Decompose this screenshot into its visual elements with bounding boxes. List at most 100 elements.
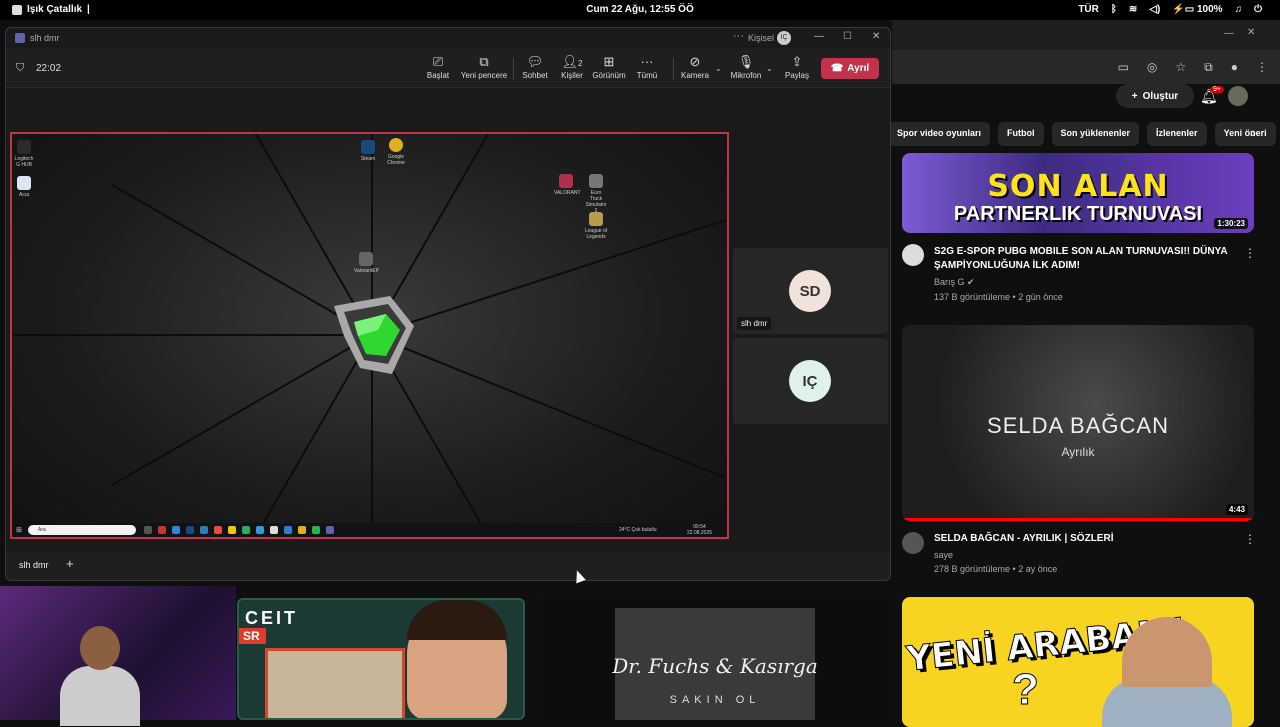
- desktop-icon-lol[interactable]: League of Legends: [584, 212, 608, 240]
- channel-avatar[interactable]: [902, 244, 924, 266]
- more-options-icon[interactable]: ⋮: [1244, 246, 1256, 260]
- extensions-icon[interactable]: ⧉: [1204, 60, 1213, 75]
- taskview-icon[interactable]: [144, 526, 152, 534]
- new-window-button[interactable]: ⧉ Yeni pencere: [456, 54, 512, 80]
- more-button[interactable]: ··· Tümü: [622, 54, 672, 80]
- webcam-thumbnail[interactable]: [0, 586, 236, 726]
- channel-name[interactable]: saye: [934, 550, 1244, 560]
- account-avatar[interactable]: IÇ: [777, 31, 791, 45]
- truck-icon: [589, 174, 603, 188]
- edge-icon[interactable]: [242, 526, 250, 534]
- valorant-icon: [559, 174, 573, 188]
- menu-icon[interactable]: ⋮: [1256, 60, 1268, 74]
- minimize-icon[interactable]: —: [814, 31, 824, 42]
- app-icon[interactable]: [158, 526, 166, 534]
- video-stats: 278 B görüntüleme • 2 ay önce: [934, 564, 1058, 574]
- teams-icon[interactable]: [326, 526, 334, 534]
- chat-label: Sohbet: [522, 71, 548, 80]
- spotify-icon[interactable]: [312, 526, 320, 534]
- participant-tile[interactable]: IÇ: [733, 338, 888, 424]
- windows-start-icon[interactable]: ⊞: [16, 526, 22, 534]
- more-options-icon[interactable]: ⋮: [1244, 532, 1256, 546]
- video-thumbnail[interactable]: YENİ ARABAM! ?: [902, 597, 1254, 727]
- mic-button[interactable]: 🎙︎ Mikrofon: [721, 54, 771, 80]
- taskbar-weather[interactable]: 24°C Çok bulutlu: [619, 527, 657, 533]
- profile-icon[interactable]: ●: [1231, 60, 1238, 74]
- share-button[interactable]: ⇪ Paylaş: [772, 54, 822, 80]
- chip[interactable]: Spor video oyunları: [888, 122, 991, 146]
- chevron-right-icon[interactable]: ›: [1251, 124, 1256, 140]
- chip[interactable]: Yeni öneri: [1214, 122, 1276, 146]
- battery-status[interactable]: ⚡▭ 100%: [1172, 4, 1222, 15]
- chip[interactable]: Futbol: [998, 122, 1044, 146]
- participant-name: slh dmr: [737, 317, 772, 330]
- desktop-icon-valorant[interactable]: VALORANT: [554, 174, 581, 196]
- create-button[interactable]: + Oluştur: [1116, 84, 1194, 108]
- close-icon[interactable]: ✕: [1247, 27, 1255, 38]
- window-titlebar: slh dmr ··· Kişisel IÇ — ☐ ✕: [6, 28, 890, 48]
- taskbar-apps: [144, 526, 334, 534]
- video-thumbnail[interactable]: CEIT SR: [237, 598, 525, 720]
- volume-icon[interactable]: ◁): [1149, 4, 1160, 15]
- bluetooth-icon[interactable]: ᛒ: [1111, 4, 1117, 15]
- desktop-icon-shortcut[interactable]: ValorantEP: [354, 252, 379, 274]
- more-options-icon[interactable]: ···: [733, 30, 744, 42]
- shared-screen[interactable]: Logitech G HUB Acıa Steam Google Chrome …: [10, 132, 729, 539]
- logitech-icon: [17, 140, 31, 154]
- video-thumbnail[interactable]: Dr. Fuchs & Kasırga SAKIN OL: [539, 598, 891, 720]
- chip[interactable]: Son yüklenenler: [1051, 122, 1140, 146]
- eye-off-icon[interactable]: ◎: [1147, 60, 1157, 74]
- account-type-label: Kişisel: [748, 33, 775, 43]
- participant-tile[interactable]: SD slh dmr: [733, 248, 888, 334]
- desktop-icon-file[interactable]: Acıa: [12, 176, 36, 198]
- video-thumbnail[interactable]: SON ALAN PARTNERLIK TURNUVASI 1:30:23: [902, 153, 1254, 233]
- video-title[interactable]: SELDA BAĞCAN - AYRILIK | SÖZLERİ: [934, 532, 1244, 546]
- app-icon[interactable]: [256, 526, 264, 534]
- power-icon[interactable]: ⏻: [1254, 4, 1262, 15]
- taskbar-search[interactable]: Ara: [28, 525, 136, 535]
- bookmark-star-icon[interactable]: ☆: [1175, 60, 1186, 74]
- channel-avatar[interactable]: [902, 532, 924, 554]
- video-thumbnail[interactable]: SELDA BAĞCAN Ayrılık 4:43: [902, 325, 1254, 521]
- leave-button[interactable]: ☎ Ayrıl: [821, 58, 879, 79]
- desktop-icon-logitech[interactable]: Logitech G HUB: [12, 140, 36, 168]
- store-icon[interactable]: [270, 526, 278, 534]
- cast-icon[interactable]: ▭: [1118, 60, 1129, 74]
- tab-participant[interactable]: slh dmr: [19, 560, 49, 570]
- participant-avatar: IÇ: [789, 360, 831, 402]
- participant-avatar: SD: [789, 270, 831, 312]
- avatar[interactable]: [1228, 86, 1248, 106]
- close-icon[interactable]: ✕: [872, 31, 880, 42]
- desktop-icon-chrome[interactable]: Google Chrome: [384, 138, 408, 166]
- microphone-icon: 🎙︎: [737, 54, 755, 69]
- pop-out-icon: ⧉: [479, 54, 489, 69]
- video-duration: 1:30:23: [1214, 218, 1248, 229]
- app-icon[interactable]: [172, 526, 180, 534]
- chrome-icon[interactable]: [298, 526, 306, 534]
- windows-taskbar: ⊞ Ara 24°C Çok bulutlu 00:54 22.08.2025: [12, 523, 727, 537]
- notification-icon[interactable]: ♫: [1235, 4, 1243, 15]
- desktop-icon-steam[interactable]: Steam: [356, 140, 380, 162]
- desktop-icon-ets2[interactable]: Euro Truck Simulator 2: [584, 174, 608, 214]
- taskbar-clock[interactable]: 00:54 22.08.2025: [687, 524, 712, 536]
- steam-icon[interactable]: [186, 526, 194, 534]
- thumbnail-screenshot: [265, 648, 405, 718]
- thumbnail-text: SON ALAN: [987, 169, 1169, 204]
- folder-icon[interactable]: [228, 526, 236, 534]
- channel-name[interactable]: Barış G: [934, 277, 965, 287]
- file-icon: [17, 176, 31, 190]
- verified-icon: ✔: [967, 277, 975, 287]
- input-language[interactable]: TÜR: [1078, 4, 1099, 15]
- minimize-icon[interactable]: —: [1224, 28, 1234, 39]
- chip[interactable]: İzlenenler: [1147, 122, 1207, 146]
- app-icon[interactable]: [200, 526, 208, 534]
- maximize-icon[interactable]: ☐: [843, 31, 852, 42]
- app-icon[interactable]: [284, 526, 292, 534]
- view-label: Görünüm: [592, 71, 626, 80]
- wifi-icon[interactable]: ≋: [1129, 4, 1137, 15]
- add-tab-icon[interactable]: +: [66, 556, 74, 571]
- video-title[interactable]: S2G E-SPOR PUBG MOBILE SON ALAN TURNUVAS…: [934, 245, 1244, 273]
- camera-button[interactable]: ⊘ Kamera: [670, 54, 720, 80]
- battery-percent: 100%: [1197, 4, 1223, 15]
- youtube-icon[interactable]: [214, 526, 222, 534]
